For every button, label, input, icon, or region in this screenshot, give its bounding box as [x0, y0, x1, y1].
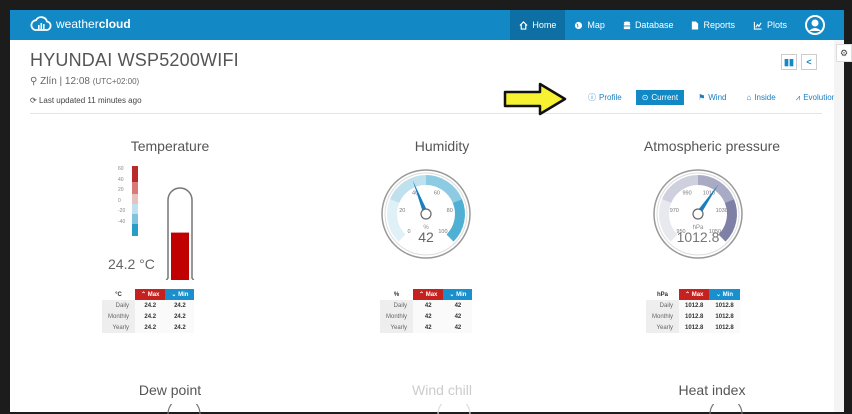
max-header: ⌃ Max [413, 289, 444, 300]
last-updated: ⟳ Last updated 11 minutes ago [30, 96, 142, 105]
temperature-scale: 60 40 20 0 -20 -40 [118, 166, 126, 225]
humidity-gauge-tick-label: 0 [407, 229, 410, 235]
humidity-gauge-tick-label: 80 [447, 208, 453, 214]
temperature-reading: 24.2 °C [108, 256, 155, 272]
temp-band-warm [132, 182, 138, 194]
bar-chart-icon: ▮▮ [784, 56, 794, 67]
cloud-logo-icon [30, 16, 52, 31]
flag-icon: ⚑ [698, 93, 706, 102]
table-row: Daily 24.2 24.2 [102, 300, 195, 311]
settings-gear-button[interactable]: ⚙ [836, 44, 852, 62]
temperature-title: Temperature [130, 138, 210, 154]
tab-inside[interactable]: ⌂ Inside [740, 90, 781, 105]
temp-band-freeze [132, 224, 138, 236]
gear-icon: ⚙ [839, 48, 849, 58]
nav-home[interactable]: Home [510, 10, 566, 40]
pressure-title: Atmospheric pressure [643, 138, 781, 154]
main-content: HYUNDAI WSP5200WIFI ⚲ Zlín | 12:08 (UTC+… [10, 40, 836, 414]
table-row: Yearly 24.2 24.2 [102, 322, 195, 333]
nav-plots[interactable]: Plots [744, 10, 796, 40]
pressure-gauge-tick-label: 1030 [716, 208, 728, 214]
file-icon [692, 20, 699, 30]
stats-button[interactable]: ▮▮ [781, 54, 797, 70]
pressure-gauge-tick-label: 990 [683, 191, 692, 197]
humidity-gauge: 02040 6080100%42 [381, 169, 471, 259]
temp-band-mild [132, 194, 138, 204]
max-header: ⌃ Max [679, 289, 710, 300]
pressure-gauge-tick-label: 970 [670, 208, 679, 214]
pointer-arrow-icon [503, 82, 567, 116]
nav-database[interactable]: Database [614, 10, 683, 40]
home-icon: ⌂ [746, 93, 752, 102]
thermometer-fill [171, 232, 189, 280]
humidity-gauge-tick-label: 60 [434, 191, 440, 197]
heatindex-gauge-top [709, 404, 743, 414]
station-tabs: ⓘ Profile ⊙ Current ⚑ Wind ⌂ Inside ⩘ Evoluti… [582, 89, 842, 106]
user-avatar-button[interactable] [796, 10, 834, 40]
humidity-title: Humidity [414, 138, 470, 154]
tab-wind[interactable]: ⚑ Wind [692, 90, 732, 105]
user-icon [805, 15, 825, 35]
temperature-stats-table: °C ⌃ Max ⌄ Min Daily 24.2 24.2 Monthly 24.2 24… [102, 289, 195, 333]
table-row: Daily 42 42 [380, 300, 473, 311]
clock-icon: ⊙ [641, 93, 649, 102]
min-header: ⌄ Min [709, 289, 740, 300]
share-button[interactable]: < [801, 54, 817, 70]
unit-header: hPa [646, 289, 680, 300]
divider [30, 113, 822, 114]
table-row: Yearly 1012.8 1012.8 [646, 322, 740, 333]
pressure-stats-table: hPa ⌃ Max ⌄ Min Daily 1012.8 1012.8 Monthly 1… [646, 289, 740, 333]
right-sidebar [834, 40, 844, 412]
humidity-gauge-tick-label: 20 [399, 208, 405, 214]
humidity-gauge-hub [420, 208, 432, 220]
tab-current[interactable]: ⊙ Current [635, 90, 685, 105]
chart-icon: ⩘ [795, 92, 801, 102]
database-icon [623, 20, 631, 29]
location-line: ⚲ Zlín | 12:08 (UTC+02:00) [30, 76, 140, 87]
globe-icon [575, 21, 583, 29]
windchill-gauge-top [437, 404, 471, 414]
max-header: ⌃ Max [135, 289, 166, 300]
table-row: Monthly 42 42 [380, 311, 473, 322]
table-row: Yearly 42 42 [380, 322, 473, 333]
min-header: ⌄ Min [443, 289, 473, 300]
home-icon [519, 20, 528, 30]
browser-frame: weathercloud Home Map Database Reports P… [0, 0, 852, 414]
brand-text: weathercloud [56, 17, 131, 31]
windchill-title: Wind chill [412, 382, 472, 398]
unit-header: % [380, 289, 414, 300]
pressure-gauge: 950970990 101010301050hPa1012.8 [653, 169, 743, 259]
temp-band-hot [132, 166, 138, 182]
page-title: HYUNDAI WSP5200WIFI [30, 50, 239, 70]
temp-band-cool [132, 204, 138, 214]
table-row: Monthly 1012.8 1012.8 [646, 311, 740, 322]
map-pin-icon: ⚲ [30, 76, 38, 87]
pressure-gauge-hub [692, 208, 704, 220]
dewpoint-title: Dew point [138, 382, 202, 398]
nav-map[interactable]: Map [565, 10, 614, 40]
humidity-stats-table: % ⌃ Max ⌄ Min Daily 42 42 Monthly 42 42 Yearly… [380, 289, 473, 333]
info-icon: ⓘ [588, 93, 596, 102]
nav-reports[interactable]: Reports [682, 10, 744, 40]
main-nav: Home Map Database Reports Plots [510, 10, 834, 40]
dewpoint-gauge-top [167, 404, 201, 414]
share-icon: < [806, 57, 812, 67]
table-row: Daily 1012.8 1012.8 [646, 300, 740, 311]
heatindex-title: Heat index [678, 382, 746, 398]
humidity-gauge-value: 42 [418, 229, 434, 245]
chart-icon [753, 21, 762, 30]
unit-header: °C [102, 289, 136, 300]
tab-profile[interactable]: ⓘ Profile [582, 89, 628, 106]
pressure-gauge-value: 1012.8 [677, 229, 720, 245]
navbar: weathercloud Home Map Database Reports P… [10, 10, 844, 40]
refresh-icon: ⟳ [30, 96, 37, 105]
min-header: ⌄ Min [165, 289, 195, 300]
table-row: Monthly 24.2 24.2 [102, 311, 195, 322]
temp-band-cold [132, 214, 138, 224]
action-buttons: ▮▮ < [781, 54, 817, 70]
humidity-gauge-tick-label: 100 [438, 229, 447, 235]
brand-logo[interactable]: weathercloud [30, 14, 131, 34]
